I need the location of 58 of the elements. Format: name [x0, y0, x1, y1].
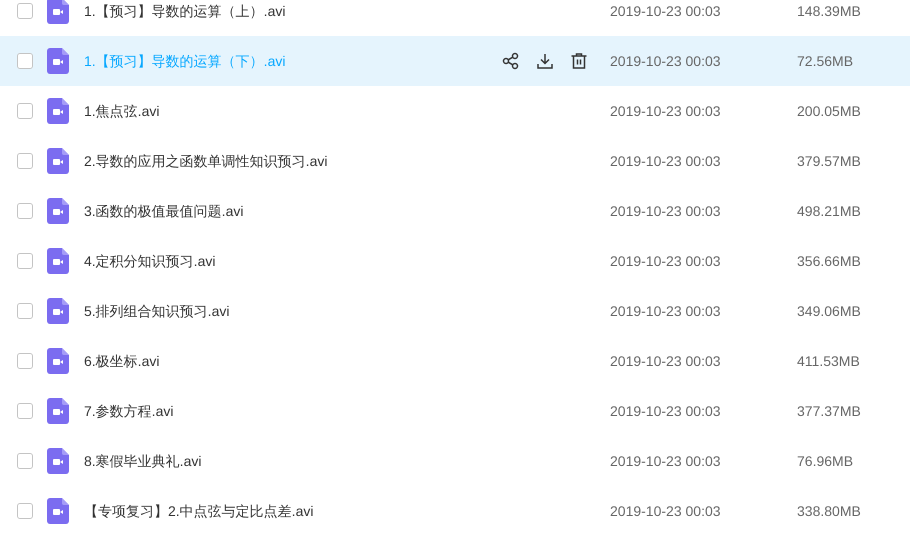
modified-date: 2019-10-23 00:03	[610, 302, 722, 320]
share-icon[interactable]	[502, 52, 520, 70]
video-file-icon	[47, 348, 69, 374]
file-name[interactable]: 4.定积分知识预习.avi	[84, 250, 216, 272]
delete-icon[interactable]	[570, 52, 588, 70]
file-size: 200.05MB	[797, 102, 862, 120]
video-file-icon	[47, 0, 69, 24]
file-name[interactable]: 1.焦点弦.avi	[84, 100, 160, 122]
download-icon[interactable]	[536, 52, 554, 70]
video-file-icon	[47, 298, 69, 324]
video-file-icon	[47, 98, 69, 124]
file-name[interactable]: 7.参数方程.avi	[84, 400, 174, 422]
file-size: 411.53MB	[797, 352, 861, 370]
checkbox[interactable]	[16, 403, 32, 419]
checkbox[interactable]	[16, 3, 32, 19]
modified-date: 2019-10-23 00:03	[610, 2, 722, 20]
file-name[interactable]: 5.排列组合知识预习.avi	[84, 300, 230, 322]
checkbox[interactable]	[16, 203, 32, 219]
file-name[interactable]: 【专项复习】2.中点弦与定比点差.avi	[84, 500, 314, 522]
checkbox[interactable]	[16, 103, 32, 119]
file-size: 76.96MB	[797, 452, 854, 470]
modified-date: 2019-10-23 00:03	[610, 152, 722, 170]
checkbox[interactable]	[16, 253, 32, 269]
file-row[interactable]: 1.【预习】导数的运算（下）.avi 2019-10-23 00:03 72.56MB	[0, 36, 910, 86]
checkbox[interactable]	[16, 453, 32, 469]
modified-date: 2019-10-23 00:03	[610, 52, 722, 70]
checkbox[interactable]	[16, 503, 32, 519]
checkbox[interactable]	[16, 303, 32, 319]
video-file-icon	[47, 398, 69, 424]
file-name[interactable]: 8.寒假毕业典礼.avi	[84, 450, 202, 472]
file-size: 349.06MB	[797, 302, 862, 320]
video-file-icon	[47, 448, 69, 474]
modified-date: 2019-10-23 00:03	[610, 352, 722, 370]
modified-date: 2019-10-23 00:03	[610, 252, 722, 270]
file-name[interactable]: 6.极坐标.avi	[84, 350, 160, 372]
video-file-icon	[47, 198, 69, 224]
file-size: 356.66MB	[797, 252, 862, 270]
file-size: 148.39MB	[797, 2, 862, 20]
modified-date: 2019-10-23 00:03	[610, 102, 722, 120]
modified-date: 2019-10-23 00:03	[610, 452, 722, 470]
file-size: 379.57MB	[797, 152, 862, 170]
file-size: 498.21MB	[797, 202, 862, 220]
checkbox[interactable]	[16, 153, 32, 169]
video-file-icon	[47, 248, 69, 274]
file-size: 338.80MB	[797, 502, 862, 520]
file-name[interactable]: 1.【预习】导数的运算（上）.avi	[84, 0, 286, 22]
modified-date: 2019-10-23 00:03	[610, 202, 722, 220]
file-size: 377.37MB	[797, 402, 862, 420]
checkbox[interactable]	[16, 353, 32, 369]
video-file-icon	[47, 48, 69, 74]
file-size: 72.56MB	[797, 52, 854, 70]
modified-date: 2019-10-23 00:03	[610, 502, 722, 520]
video-file-icon	[47, 498, 69, 524]
checkbox[interactable]	[16, 53, 32, 69]
file-name[interactable]: 2.导数的应用之函数单调性知识预习.avi	[84, 150, 328, 172]
modified-date: 2019-10-23 00:03	[610, 402, 722, 420]
video-file-icon	[47, 148, 69, 174]
file-name[interactable]: 3.函数的极值最值问题.avi	[84, 200, 244, 222]
